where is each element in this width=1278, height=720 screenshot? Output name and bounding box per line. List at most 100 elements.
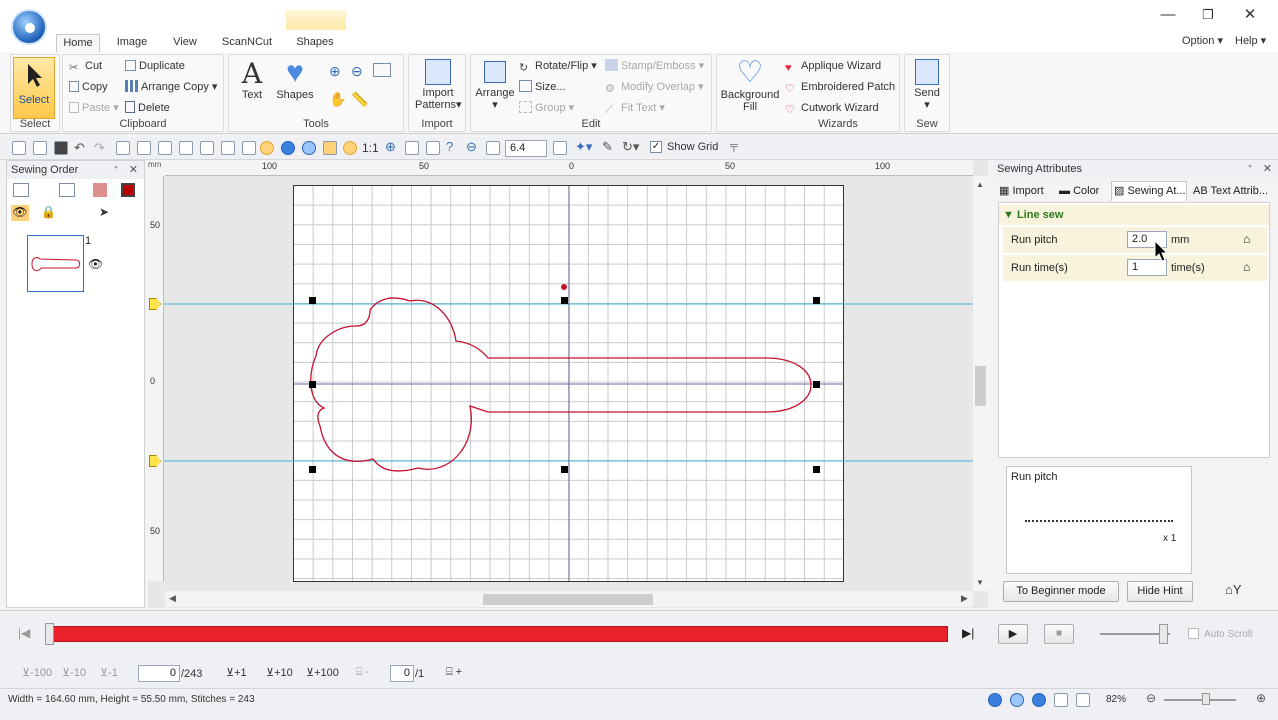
scroll-down-icon[interactable]: ▼ — [976, 578, 984, 587]
view-mode-icon-2[interactable] — [281, 141, 295, 155]
tab-shapes[interactable]: Shapes — [292, 34, 338, 52]
actual-size-button[interactable]: 1:1 — [362, 141, 379, 155]
tab-home[interactable]: Home — [56, 34, 100, 52]
pin-icon[interactable]: ᐩ — [114, 161, 118, 179]
copy-button[interactable]: Copy — [69, 80, 108, 94]
selection-handle[interactable] — [813, 466, 820, 473]
stop-button[interactable]: ■ — [1044, 624, 1074, 644]
scroll-left-icon[interactable]: ◀ — [169, 593, 176, 604]
order-tool-icon-1[interactable] — [13, 183, 29, 197]
fit-text-button[interactable]: ⟋ Fit Text ▾ — [605, 101, 665, 116]
stitch-progress-track[interactable] — [46, 626, 948, 642]
horizontal-scroll-thumb[interactable] — [483, 594, 653, 605]
zoom-all-icon[interactable] — [426, 141, 440, 155]
applique-wizard-button[interactable]: ♥ Applique Wizard — [785, 59, 881, 74]
selection-handle[interactable] — [813, 381, 820, 388]
view-icon-2[interactable] — [1010, 693, 1024, 707]
progress-slider-thumb[interactable] — [45, 623, 54, 645]
toolbar-icon-a[interactable] — [116, 141, 130, 155]
scroll-right-icon[interactable]: ▶ — [961, 593, 968, 604]
tab-image[interactable]: Image — [110, 34, 154, 52]
help-circle-icon[interactable]: ? — [446, 139, 453, 154]
tab-text-attributes[interactable]: AB Text Attrib... — [1193, 183, 1268, 199]
view-icon-3[interactable] — [1032, 693, 1046, 707]
toolbar-icon-g[interactable] — [323, 141, 337, 155]
panel-close-icon[interactable]: ✕ — [1263, 160, 1272, 178]
selection-handle[interactable] — [561, 466, 568, 473]
horizontal-scrollbar[interactable]: ◀ ▶ — [165, 591, 973, 607]
delete-button[interactable]: Delete — [125, 101, 170, 115]
settings-house-icon[interactable]: ⌂Y — [1225, 582, 1242, 597]
color-next-button[interactable]: ⌸ + — [446, 666, 462, 679]
grid-size-field[interactable]: 6.4 — [505, 140, 547, 157]
duplicate-button[interactable]: Duplicate — [125, 59, 185, 73]
auto-scroll-checkbox[interactable] — [1188, 628, 1199, 639]
measure-icon[interactable]: 📏 — [351, 91, 368, 108]
zoom-frame-icon[interactable] — [405, 141, 419, 155]
zoom-slider-thumb[interactable] — [1202, 693, 1210, 705]
rotate-flip-button[interactable]: ↻ Rotate/Flip ▾ — [519, 59, 597, 74]
view-icon-4[interactable] — [1054, 693, 1068, 707]
step-plus-10[interactable]: ⊻+10 — [266, 666, 293, 679]
size-button[interactable]: Size... — [519, 80, 566, 94]
embroidered-patch-button[interactable]: ♡ Embroidered Patch — [785, 80, 895, 95]
toolbar-icon-h[interactable] — [343, 141, 357, 155]
go-end-icon[interactable]: ▶| — [962, 626, 974, 640]
arrange-copy-button[interactable]: Arrange Copy ▾ — [125, 80, 217, 94]
order-tool-icon-2[interactable] — [59, 183, 75, 197]
zoom-out-small-icon[interactable]: ⊖ — [466, 139, 477, 155]
vertical-scroll-thumb[interactable] — [975, 366, 986, 406]
step-minus-1[interactable]: ⊻-1 — [100, 666, 118, 679]
line-sew-section[interactable]: ▼ Line sew — [999, 205, 1269, 225]
view-icon-1[interactable] — [988, 693, 1002, 707]
scroll-up-icon[interactable]: ▲ — [976, 180, 984, 189]
step-plus-100[interactable]: ⊻+100 — [306, 666, 339, 679]
zoom-plus-icon[interactable]: ⊕ — [1256, 691, 1266, 705]
color-drop-icon[interactable]: ✦▾ — [575, 139, 592, 155]
toolbar-icon-e[interactable] — [200, 141, 214, 155]
pan-hand-icon[interactable]: ✋ — [329, 91, 346, 108]
beginner-mode-button[interactable]: To Beginner mode — [1003, 581, 1119, 602]
default-house-icon[interactable]: ⌂ — [1243, 260, 1250, 274]
tab-sewing-attributes[interactable]: ▨ Sewing At... — [1111, 181, 1187, 201]
view-mode-icon-3[interactable] — [302, 141, 316, 155]
shapes-button[interactable]: ♥ Shapes — [275, 57, 315, 102]
selection-handle[interactable] — [309, 297, 316, 304]
current-stitch-field[interactable]: 0 — [138, 665, 180, 682]
tab-scanncut[interactable]: ScanNCut — [219, 34, 275, 52]
redo-icon[interactable]: ↷ — [94, 140, 105, 156]
vertical-scrollbar[interactable]: ▲ ▼ — [973, 176, 988, 591]
cut-button[interactable]: ✂ Cut — [69, 59, 102, 74]
selection-handle[interactable] — [813, 297, 820, 304]
send-button[interactable]: Send ▾ — [907, 57, 947, 111]
lock-icon[interactable]: 🔒 — [41, 205, 56, 219]
toolbar-icon-f[interactable] — [242, 141, 256, 155]
select-button[interactable]: Select — [13, 57, 55, 119]
hide-hint-button[interactable]: Hide Hint — [1127, 581, 1193, 602]
default-house-icon[interactable]: ⌂ — [1243, 232, 1250, 246]
text-tool-button[interactable]: A Text — [235, 59, 269, 102]
view-icon-5[interactable] — [1076, 693, 1090, 707]
maximize-button[interactable]: ❐ — [1193, 4, 1223, 26]
go-start-icon[interactable]: |◀ — [18, 626, 30, 640]
pen-icon[interactable]: ✎ — [602, 139, 613, 155]
step-plus-1[interactable]: ⊻+1 — [226, 666, 247, 679]
panel-close-icon[interactable]: ✕ — [129, 161, 138, 179]
color-prev-button[interactable]: ⌸ - — [356, 666, 369, 679]
step-minus-10[interactable]: ⊻-10 — [62, 666, 86, 679]
option-menu[interactable]: Option ▾ — [1182, 34, 1223, 47]
zoom-fit-icon[interactable] — [373, 63, 391, 77]
color-page-field[interactable]: 0 — [390, 665, 414, 682]
open-file-icon[interactable] — [33, 141, 47, 155]
view-mode-icon-active[interactable] — [260, 141, 274, 155]
order-tool-icon-3[interactable] — [93, 183, 107, 197]
sewing-order-thumbnail[interactable] — [27, 235, 84, 292]
toolbar-icon-b[interactable] — [137, 141, 151, 155]
print-preview-icon[interactable] — [221, 141, 235, 155]
play-button[interactable]: ▶ — [998, 624, 1028, 644]
toolbar-icon-d[interactable] — [179, 141, 193, 155]
pin-icon[interactable]: ᐩ — [1248, 160, 1252, 178]
close-button[interactable]: ✕ — [1235, 4, 1265, 26]
tab-color[interactable]: ▬ Color — [1059, 183, 1099, 199]
paste-button[interactable]: Paste ▾ — [69, 101, 119, 115]
